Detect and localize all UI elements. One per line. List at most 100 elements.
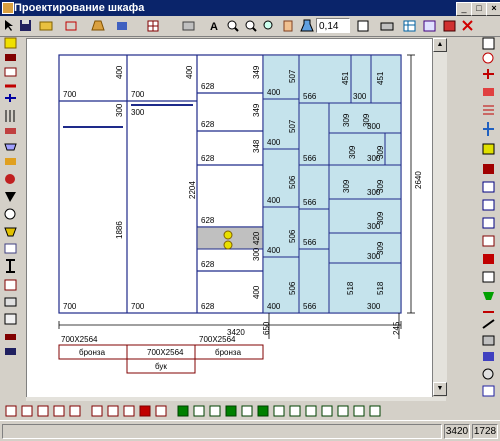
layout-1-icon[interactable] [5, 405, 17, 417]
scroll-up-button[interactable]: ▲ [433, 38, 447, 52]
ruler-icon[interactable] [182, 21, 195, 31]
door-icon[interactable] [4, 279, 17, 291]
bars-icon[interactable] [5, 110, 15, 122]
grid-a-icon[interactable] [193, 405, 205, 417]
shelf-icon[interactable] [5, 54, 16, 61]
layout-9-icon[interactable] [139, 405, 151, 417]
grid-med-icon[interactable] [482, 199, 495, 211]
knob-icon[interactable] [5, 174, 15, 184]
glass-panel[interactable] [328, 232, 402, 264]
rect-tool-icon[interactable] [65, 21, 77, 31]
frame-icon[interactable] [357, 20, 369, 32]
new-icon[interactable] [482, 37, 495, 50]
scroll-down-button[interactable]: ▼ [433, 382, 447, 396]
lamp-icon[interactable] [4, 227, 17, 237]
window-icon[interactable] [482, 385, 495, 397]
dark-block-icon[interactable] [483, 164, 494, 174]
hanger-icon[interactable] [5, 192, 16, 202]
rotate-icon[interactable] [482, 52, 494, 64]
layout-7-icon[interactable] [107, 405, 119, 417]
layout-4-icon[interactable] [53, 405, 65, 417]
hand-icon[interactable] [283, 20, 293, 32]
grid-g-icon[interactable] [321, 405, 333, 417]
settings-icon[interactable] [482, 368, 494, 380]
tray-icon[interactable] [5, 158, 16, 165]
book-icon[interactable] [443, 20, 456, 32]
move-icon[interactable] [483, 69, 494, 79]
drawing-canvas[interactable]: 700 400 300 1886 700 700 400 300 700 220… [26, 38, 433, 398]
empty-frame-icon[interactable] [482, 271, 495, 283]
shape-tool-icon[interactable] [91, 20, 105, 31]
frame-red-icon[interactable] [482, 235, 495, 247]
arrow-icon[interactable] [177, 405, 189, 417]
zoom-in-icon[interactable] [227, 20, 239, 32]
circle-tool-icon[interactable] [4, 208, 16, 220]
fill-icon[interactable] [482, 143, 495, 155]
axis-icon[interactable] [483, 122, 494, 136]
solid-red-icon[interactable] [483, 254, 494, 264]
minimize-button[interactable]: _ [456, 2, 472, 16]
grid-icon[interactable] [147, 20, 159, 32]
gray-block-icon[interactable] [482, 335, 495, 346]
move-down-icon[interactable] [257, 405, 269, 417]
green-icon[interactable] [483, 292, 494, 300]
grid-j-icon[interactable] [369, 405, 381, 417]
zoom-field[interactable]: 0,14 [316, 18, 350, 33]
box-icon[interactable] [4, 67, 17, 77]
partition-icon[interactable] [5, 94, 16, 102]
glass-panel[interactable] [384, 132, 402, 166]
folder-icon[interactable] [39, 21, 53, 31]
glass-panel[interactable] [328, 262, 402, 314]
table-icon[interactable] [403, 20, 416, 32]
pointer-icon[interactable] [5, 20, 13, 31]
grid-c-icon[interactable] [241, 405, 253, 417]
yellow-rect-icon[interactable] [4, 37, 17, 49]
mirror-icon[interactable] [4, 297, 17, 307]
move-left-icon[interactable] [225, 405, 237, 417]
layout-5-icon[interactable] [69, 405, 81, 417]
layout-10-icon[interactable] [155, 405, 167, 417]
zoom-fit-icon[interactable] [263, 20, 273, 30]
dim-label: 507 [288, 119, 297, 133]
cabinet-icon[interactable] [4, 313, 17, 325]
layout-2-icon[interactable] [21, 405, 33, 417]
grid-i-icon[interactable] [353, 405, 365, 417]
blue-block-icon[interactable] [483, 352, 494, 361]
glass-panel[interactable] [328, 198, 402, 234]
delete-icon[interactable] [462, 20, 473, 31]
glass-panel[interactable] [328, 164, 402, 200]
dim-label: 309 [362, 113, 371, 127]
grid-large-icon[interactable] [482, 217, 495, 229]
layout-3-icon[interactable] [37, 405, 49, 417]
grid-e-icon[interactable] [289, 405, 301, 417]
paint-icon[interactable] [117, 22, 127, 30]
grid-small-icon[interactable] [482, 181, 495, 193]
print-icon[interactable] [380, 22, 394, 31]
vertical-scrollbar[interactable]: ▲ ▼ [433, 38, 447, 396]
lines-icon[interactable] [483, 105, 494, 115]
zoom-out-icon[interactable] [245, 20, 257, 32]
panel-icon[interactable] [4, 243, 17, 254]
grid-h-icon[interactable] [337, 405, 349, 417]
chart-icon[interactable] [423, 20, 436, 32]
layout-8-icon[interactable] [123, 405, 135, 417]
close-button[interactable]: × [486, 2, 500, 16]
red-block-icon[interactable] [483, 88, 494, 96]
horizontal-scrollbar[interactable] [26, 397, 446, 401]
dim-label: 309 [376, 241, 385, 255]
column-icon[interactable] [6, 259, 15, 273]
grid-f-icon[interactable] [305, 405, 317, 417]
layout-6-icon[interactable] [91, 405, 103, 417]
flask-icon[interactable] [300, 19, 314, 32]
drawer-icon[interactable] [5, 128, 16, 134]
dim-label: 400 [267, 196, 281, 205]
basket-icon[interactable] [4, 143, 17, 151]
maximize-button[interactable]: □ [471, 2, 487, 16]
save-icon[interactable] [20, 20, 31, 31]
grid-b-icon[interactable] [209, 405, 221, 417]
plinth-icon[interactable] [5, 334, 16, 340]
text-tool-icon[interactable]: A [210, 21, 218, 33]
base-icon[interactable] [5, 348, 16, 355]
slash-icon[interactable] [482, 319, 495, 329]
grid-d-icon[interactable] [273, 405, 285, 417]
